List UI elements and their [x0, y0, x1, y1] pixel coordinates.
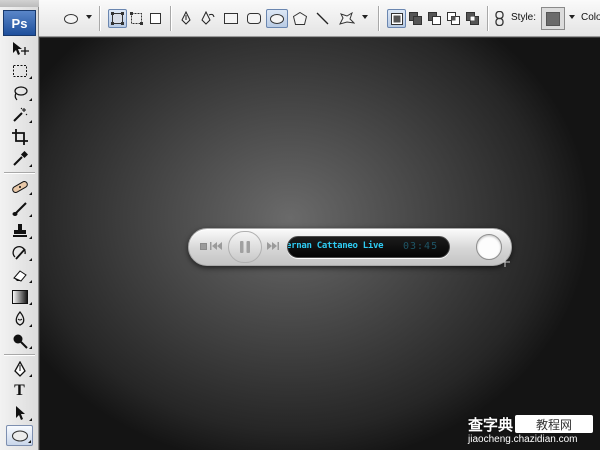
custom-shape-dropdown-icon[interactable]	[362, 15, 368, 19]
fill-pixels-icon[interactable]	[146, 9, 165, 28]
ps-logo[interactable]: Ps	[3, 10, 36, 36]
pause-icon	[240, 241, 250, 253]
color-label: Colo	[581, 12, 600, 23]
toolbox-separator	[4, 354, 35, 355]
separator	[99, 6, 100, 31]
watermark-badge: 教程网	[515, 415, 593, 433]
ellipse-preset-icon[interactable]	[60, 9, 82, 28]
ellipse-icon[interactable]	[266, 9, 288, 28]
move-tool-icon[interactable]	[6, 38, 33, 59]
track-display: ernan Cattaneo Live 03:45	[287, 236, 450, 258]
pen-tool-icon[interactable]	[6, 358, 33, 379]
brush-tool-icon[interactable]	[6, 198, 33, 219]
link-icon[interactable]	[492, 9, 507, 28]
magic-wand-icon[interactable]	[6, 104, 33, 125]
watermark-url: jiaocheng.chazidian.com	[468, 434, 578, 445]
next-button[interactable]	[266, 240, 280, 252]
toolbox: Ps T	[0, 0, 39, 450]
volume-knob[interactable]	[476, 234, 502, 260]
next-icon	[267, 242, 279, 250]
history-brush-icon[interactable]	[6, 242, 33, 263]
path-selection-icon[interactable]	[6, 402, 33, 423]
healing-brush-icon[interactable]	[6, 176, 33, 197]
subtract-shape-icon[interactable]	[425, 9, 444, 28]
toolbox-header[interactable]	[0, 0, 39, 7]
polygon-icon[interactable]	[290, 9, 309, 28]
blur-tool-icon[interactable]	[6, 308, 33, 329]
marquee-tool-icon[interactable]	[6, 60, 33, 81]
dodge-tool-icon[interactable]	[6, 330, 33, 351]
options-bar: Style: Colo	[0, 0, 600, 37]
stop-icon	[199, 242, 207, 250]
exclude-shape-icon[interactable]	[463, 9, 482, 28]
new-shape-area-icon[interactable]	[387, 9, 406, 28]
type-tool-icon[interactable]: T	[6, 380, 33, 401]
style-label: Style:	[511, 12, 537, 23]
lasso-tool-icon[interactable]	[6, 82, 33, 103]
crop-tool-icon[interactable]	[6, 126, 33, 147]
ellipse-tool-icon[interactable]	[6, 425, 33, 446]
crosshair-cursor-icon	[500, 257, 510, 267]
rounded-rectangle-icon[interactable]	[244, 9, 263, 28]
previous-button[interactable]	[210, 240, 224, 252]
add-to-shape-icon[interactable]	[406, 9, 425, 28]
separator	[378, 6, 379, 31]
style-swatch-color	[546, 11, 560, 26]
style-dropdown-icon[interactable]	[569, 15, 575, 19]
pen-tool-icon[interactable]	[176, 9, 195, 28]
custom-shape-icon[interactable]	[335, 9, 357, 28]
style-swatch[interactable]	[541, 7, 565, 30]
toolbox-separator	[4, 172, 35, 173]
watermark-title: 查字典	[468, 416, 514, 434]
line-icon[interactable]	[313, 9, 332, 28]
intersect-shape-icon[interactable]	[444, 9, 463, 28]
preset-dropdown-icon[interactable]	[86, 15, 92, 19]
separator	[487, 6, 488, 31]
track-time: 03:45	[403, 241, 439, 252]
pause-button[interactable]	[228, 231, 262, 263]
rectangle-icon[interactable]	[221, 9, 240, 28]
clone-stamp-icon[interactable]	[6, 220, 33, 241]
track-title: ernan Cattaneo Live	[287, 241, 384, 251]
previous-icon	[210, 242, 222, 250]
freeform-pen-icon[interactable]	[198, 9, 217, 28]
eyedropper-icon[interactable]	[6, 148, 33, 169]
eraser-tool-icon[interactable]	[6, 264, 33, 285]
separator	[170, 6, 171, 31]
stop-button[interactable]	[198, 241, 208, 251]
paths-icon[interactable]	[127, 9, 146, 28]
shape-layers-icon[interactable]	[108, 9, 127, 28]
gradient-tool-icon[interactable]	[6, 286, 33, 307]
